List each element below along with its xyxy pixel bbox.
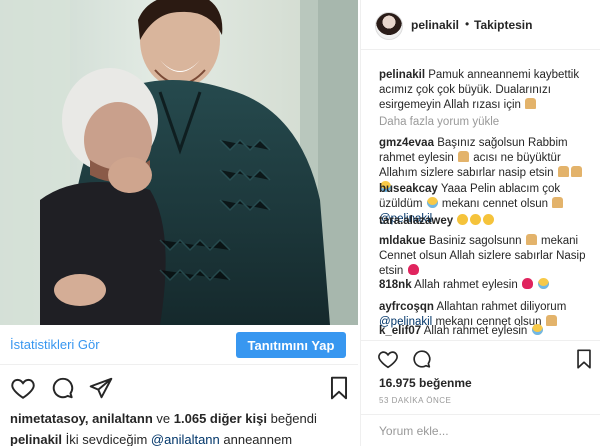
comments-list[interactable]: pelinakil Pamuk anneannemi kaybettik acı… <box>361 56 600 340</box>
comment-username[interactable]: tara.alazawey <box>379 215 453 227</box>
crying-face-emoji <box>426 197 438 208</box>
post-caption: pelinakil İki sevdiceğim @anilaltann ann… <box>10 432 292 446</box>
following-button[interactable]: Takiptesin <box>474 18 532 32</box>
comment-input[interactable] <box>379 420 591 442</box>
heart-emoji <box>521 278 533 289</box>
comment-username[interactable]: 818nk <box>379 279 412 291</box>
post-timestamp: 53 DAKİKA ÖNCE <box>379 396 452 405</box>
praying-hands-emoji <box>570 166 582 177</box>
sad-face-emoji <box>538 278 550 289</box>
praying-hands-emoji <box>557 166 569 177</box>
post-photo[interactable] <box>0 0 358 325</box>
sad-face-emoji <box>531 324 543 335</box>
header-username[interactable]: pelinakil <box>411 18 459 32</box>
left-action-bar <box>0 370 358 406</box>
caption-text-end: anneannem <box>219 432 293 446</box>
comment-text: Allahtan rahmet diliyorum <box>436 301 567 313</box>
list-item: k_elif07 Allah rahmet eylesin <box>379 324 591 339</box>
list-item: 818nk Allah rahmet eylesin <box>379 278 591 293</box>
caption-text: İki sevdiceğim <box>62 432 151 446</box>
comment-text: Basiniz sagolsunn <box>428 235 522 247</box>
comment-username[interactable]: gmz4evaa <box>379 137 434 149</box>
comment-username[interactable]: k_elif07 <box>379 325 421 337</box>
liked-by-users[interactable]: nimetatasoy, anilaltann <box>10 411 153 426</box>
praying-hands-emoji <box>525 234 537 245</box>
likes-count[interactable]: 16.975 beğenme <box>379 376 472 390</box>
caption-comment: pelinakil Pamuk anneannemi kaybettik acı… <box>379 68 591 113</box>
comment-text: Allah rahmet eylesin <box>423 325 528 337</box>
heart-eyes-emoji <box>483 214 495 225</box>
comments-panel: pelinakil • Takiptesin pelinakil Pamuk a… <box>360 0 600 446</box>
bookmark-icon[interactable] <box>326 375 352 401</box>
praying-hands-emoji <box>458 151 469 162</box>
share-icon[interactable] <box>88 375 114 401</box>
post-promo-bar: İstatistikleri Gör Tanıtımını Yap <box>0 325 358 365</box>
caption-username[interactable]: pelinakil <box>10 432 62 446</box>
caption-mention[interactable]: @anilaltann <box>151 432 220 446</box>
bookmark-icon[interactable] <box>573 348 595 370</box>
heart-icon[interactable] <box>377 348 399 370</box>
list-item: tara.alazawey <box>379 214 591 229</box>
divider <box>361 340 600 341</box>
comment-text: mekanı cennet olsun <box>441 198 548 210</box>
likes-connector: ve <box>152 411 174 426</box>
avatar[interactable] <box>375 12 403 40</box>
header-separator: • <box>465 17 470 31</box>
likes-suffix: beğendi <box>267 411 317 426</box>
comment-username[interactable]: ayfrcoşqn <box>379 301 434 313</box>
praying-hands-emoji <box>525 98 537 109</box>
comment-username[interactable]: mldakue <box>379 235 426 247</box>
likes-summary: nimetatasoy, anilaltann ve 1.065 diğer k… <box>10 411 317 426</box>
promote-button[interactable]: Tanıtımını Yap <box>236 332 346 358</box>
view-insights-link[interactable]: İstatistikleri Gör <box>10 337 100 352</box>
comment-username[interactable]: buseakcay <box>379 183 438 195</box>
comment-text: Allah rahmet eylesin <box>414 279 518 291</box>
left-post: İstatistikleri Gör Tanıtımını Yap nimeta… <box>0 0 358 446</box>
right-action-bar <box>361 346 600 374</box>
heart-eyes-emoji <box>457 214 469 225</box>
divider <box>361 414 600 415</box>
heart-icon[interactable] <box>10 375 36 401</box>
praying-hands-emoji <box>552 197 564 208</box>
comment-username[interactable]: pelinakil <box>379 69 425 81</box>
rose-emoji <box>407 264 419 275</box>
post-header: pelinakil • Takiptesin <box>361 0 600 50</box>
heart-eyes-emoji <box>470 214 482 225</box>
liked-by-others[interactable]: 1.065 diğer kişi <box>174 411 267 426</box>
list-item: mldakue Basiniz sagolsunn mekani Cennet … <box>379 234 591 279</box>
comment-icon[interactable] <box>411 348 433 370</box>
load-more-comments[interactable]: Daha fazla yorum yükle <box>379 116 499 128</box>
comment-icon[interactable] <box>50 375 76 401</box>
